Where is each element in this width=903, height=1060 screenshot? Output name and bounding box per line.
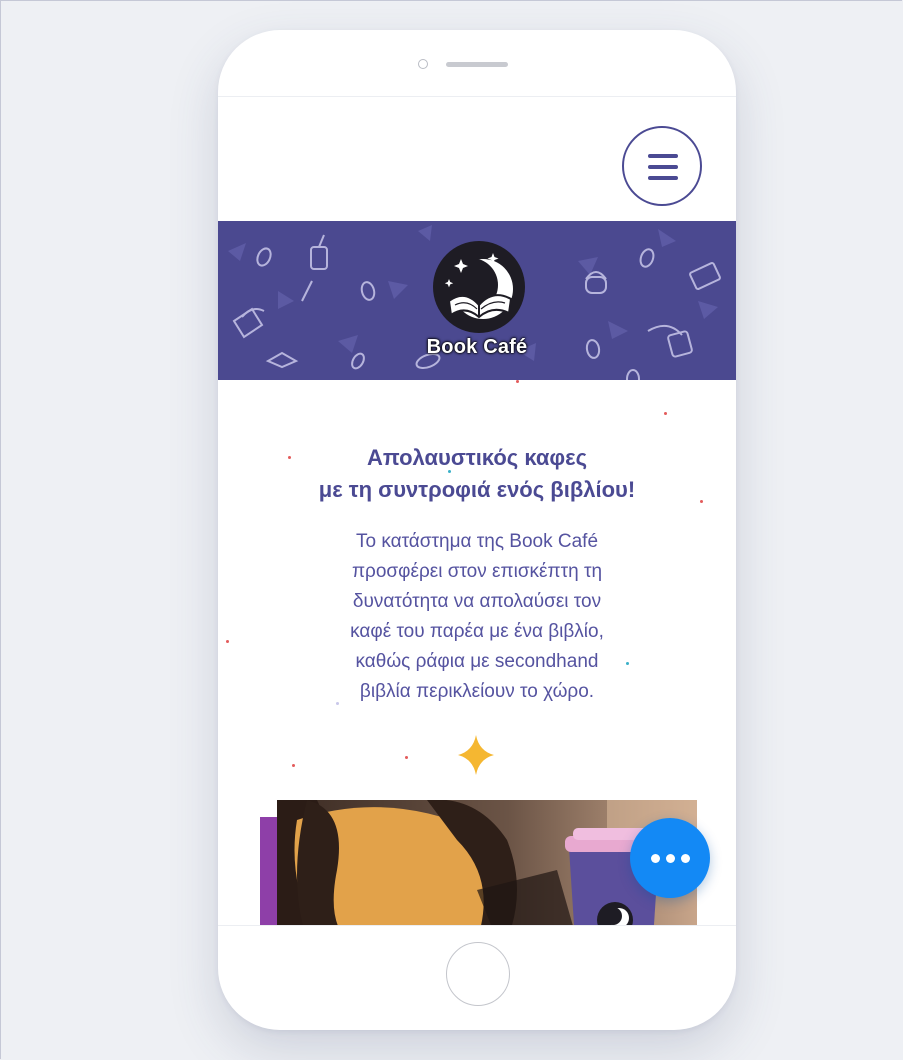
intro-headline: Απολαυστικός καφες με τη συντροφιά ενός … <box>218 442 736 506</box>
confetti-dot <box>288 456 291 459</box>
paragraph-line: βιβλία περικλείουν το χώρο. <box>359 681 595 702</box>
confetti-dot <box>626 662 629 665</box>
confetti-dot <box>226 640 229 643</box>
phone-screen[interactable]: Book Café Απολαυστικός καφες με τη συντρ… <box>218 96 736 926</box>
more-dots-icon[interactable] <box>630 818 710 898</box>
confetti-dot <box>700 500 703 503</box>
sparkle-star-icon <box>458 735 494 775</box>
confetti-dot <box>405 756 408 759</box>
headline-line-2: με τη συντροφιά ενός βιβλίου! <box>318 477 636 502</box>
phone-home-button[interactable] <box>446 942 510 1006</box>
intro-paragraph: Το κατάστημα της Book Café προσφέρει στο… <box>302 527 652 707</box>
photo-accent-bar <box>260 817 278 926</box>
confetti-dot <box>516 380 519 383</box>
confetti-dot <box>664 412 667 415</box>
paragraph-line: καθώς ράφια με secondhand <box>355 651 599 672</box>
paragraph-line: καφέ του παρέα με ένα βιβλίο, <box>350 621 604 642</box>
phone-camera <box>418 59 428 69</box>
screen-divider <box>218 925 736 926</box>
headline-line-1: Απολαυστικός καφες <box>366 445 588 470</box>
confetti-dot <box>448 470 451 473</box>
open-book-moon-icon <box>431 239 527 335</box>
confetti-dot <box>292 764 295 767</box>
hamburger-menu-icon[interactable] <box>622 126 702 206</box>
logo-text: Book Café <box>426 336 528 358</box>
phone-speaker <box>446 62 508 67</box>
header-banner: Book Café <box>218 221 736 380</box>
paragraph-line: Το κατάστημα της Book Café <box>355 531 599 552</box>
paragraph-line: δυνατότητα να απολαύσει τον <box>352 591 602 612</box>
paragraph-line: προσφέρει στον επισκέπτη τη <box>351 561 603 582</box>
confetti-dot <box>336 702 339 705</box>
